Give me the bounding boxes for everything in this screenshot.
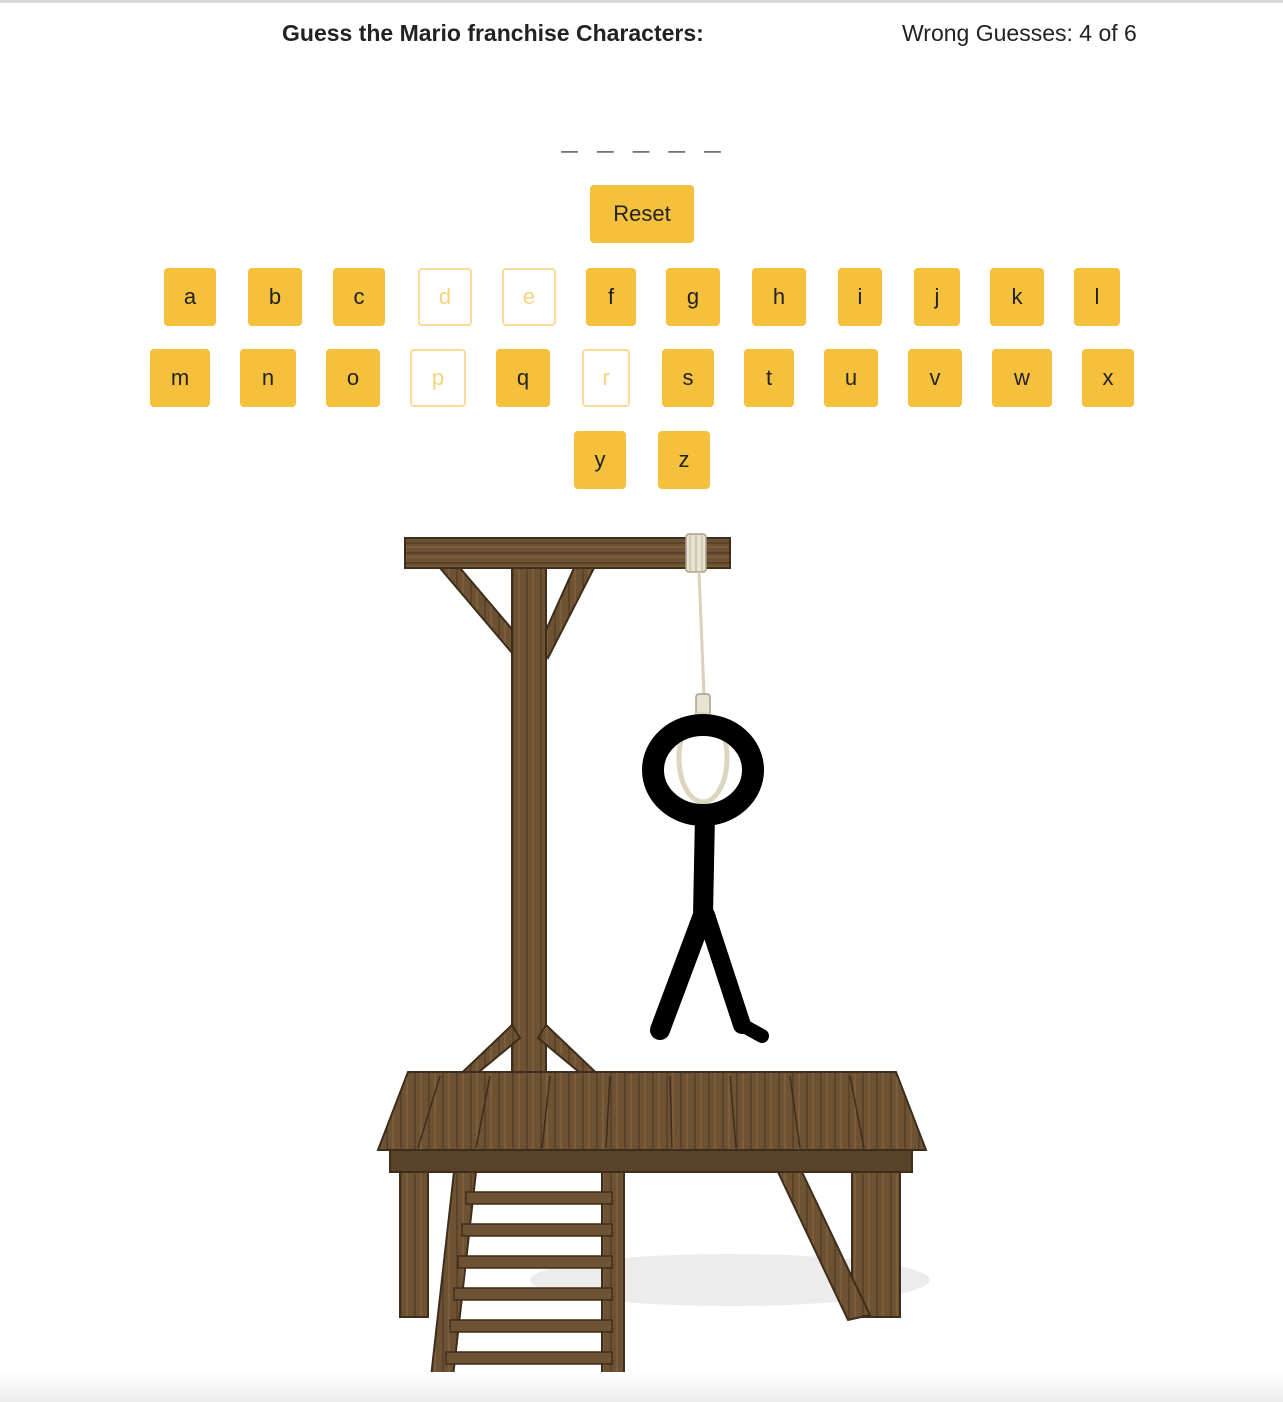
reset-button[interactable]: Reset (590, 185, 694, 243)
wrong-guesses-counter: Wrong Guesses: 4 of 6 (902, 20, 1137, 46)
platform-leg-left (399, 1171, 429, 1318)
letter-key-s[interactable]: s (662, 349, 714, 407)
letter-key-i[interactable]: i (838, 268, 882, 326)
letter-key-w[interactable]: w (992, 349, 1052, 407)
letter-key-m[interactable]: m (150, 349, 210, 407)
letter-key-a[interactable]: a (164, 268, 216, 326)
letter-key-y[interactable]: y (574, 431, 626, 489)
bottom-shadow (0, 1372, 1283, 1402)
letter-key-q[interactable]: q (496, 349, 550, 407)
gallows-post (511, 567, 547, 1089)
letter-key-f[interactable]: f (586, 268, 636, 326)
letter-key-n[interactable]: n (240, 349, 296, 407)
letter-key-e: e (502, 268, 556, 326)
letter-key-r: r (582, 349, 630, 407)
platform-deck (376, 1071, 928, 1151)
hidden-word: _ _ _ _ _ (561, 120, 722, 153)
letter-key-h[interactable]: h (752, 268, 806, 326)
letter-key-d: d (418, 268, 472, 326)
stick-figure-icon (642, 714, 769, 1043)
letter-key-l[interactable]: l (1074, 268, 1120, 326)
gallows-icon (376, 533, 930, 1387)
letter-key-j[interactable]: j (914, 268, 960, 326)
rope-noose-icon (676, 533, 730, 805)
keyboard-row-2: mnopqrstuvwx (0, 349, 1283, 407)
letter-key-x[interactable]: x (1082, 349, 1134, 407)
letter-key-o[interactable]: o (326, 349, 380, 407)
letter-key-k[interactable]: k (990, 268, 1044, 326)
letter-key-p: p (410, 349, 466, 407)
letter-key-v[interactable]: v (908, 349, 962, 407)
top-divider (0, 0, 1283, 3)
letter-key-b[interactable]: b (248, 268, 302, 326)
keyboard-row-3: yz (0, 431, 1283, 489)
top-beam (404, 537, 731, 569)
game-title: Guess the Mario franchise Characters: (282, 20, 704, 46)
letter-key-g[interactable]: g (666, 268, 720, 326)
keyboard-row-1: abcdefghijkl (0, 268, 1283, 326)
letter-key-u[interactable]: u (824, 349, 878, 407)
letter-key-z[interactable]: z (658, 431, 710, 489)
letter-key-c[interactable]: c (333, 268, 385, 326)
platform-edge (389, 1149, 913, 1173)
letter-key-t[interactable]: t (744, 349, 794, 407)
